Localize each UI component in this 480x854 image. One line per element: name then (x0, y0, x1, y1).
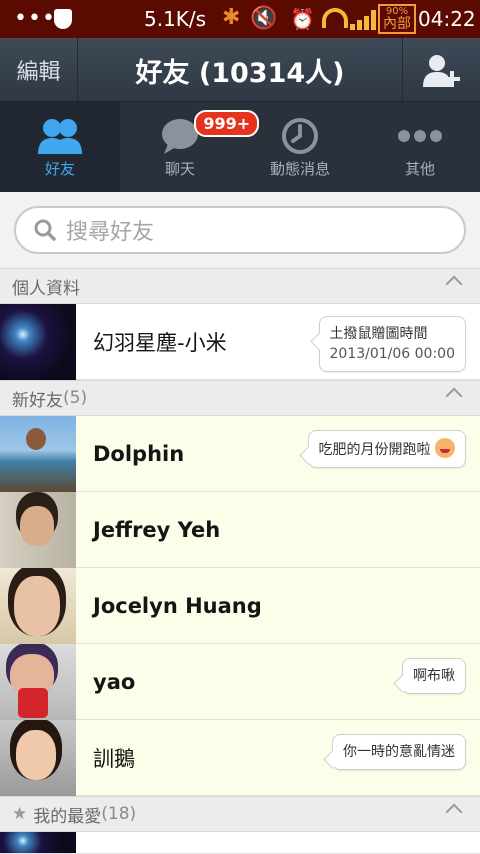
bluetooth-icon: ✱ (222, 5, 241, 30)
search-icon (34, 219, 56, 241)
friend-row[interactable]: Jeffrey Yeh (0, 491, 480, 568)
signal-icon (350, 10, 376, 30)
tab-label: 動態消息 (269, 160, 330, 178)
friends-icon (38, 119, 82, 154)
status-date: 2013/01/06 00:00 (329, 346, 456, 362)
alarm-icon: ⏰ (290, 7, 315, 31)
profile-row[interactable]: 幻羽星塵-小米 土撥鼠贈圖時間 2013/01/06 00:00 (0, 303, 480, 380)
friend-name: Jocelyn Huang (93, 593, 262, 618)
friend-name: yao (93, 669, 136, 694)
title-bar: 編輯 好友 (10314人) (0, 38, 480, 102)
tab-timeline[interactable]: 動態消息 (240, 102, 360, 192)
avatar (0, 415, 76, 492)
status-bubble: 土撥鼠贈圖時間 2013/01/06 00:00 (318, 316, 466, 372)
tab-bar: 好友 999+ 聊天 動態消息 其他 (0, 102, 480, 192)
friend-row[interactable]: Dolphin 吃肥的月份開跑啦 (0, 415, 480, 492)
tab-more[interactable]: 其他 (360, 102, 480, 192)
friend-name: Dolphin (93, 441, 185, 466)
shield-icon (54, 9, 72, 29)
section-label: 我的最愛 (33, 806, 102, 827)
wifi-icon (322, 8, 348, 28)
status-message: 吃肥的月份開跑啦 (318, 442, 431, 458)
profile-name: 幻羽星塵-小米 (93, 330, 227, 355)
search-area: 搜尋好友 (0, 192, 480, 268)
collapse-chevron-icon[interactable] (445, 387, 463, 405)
friend-name: 訓鵝 (93, 746, 135, 771)
search-input[interactable]: 搜尋好友 (14, 206, 466, 254)
edit-button[interactable]: 編輯 (0, 38, 78, 102)
network-speed: 5.1K/s (144, 7, 207, 31)
battery-icon: 90% 內部 (378, 4, 416, 34)
status-message: 啊布啾 (413, 668, 455, 684)
avatar (0, 303, 76, 380)
star-icon: ★ (12, 804, 28, 824)
section-header-new-friends[interactable]: 新好友 (5) (0, 380, 480, 416)
collapse-chevron-icon[interactable] (445, 803, 463, 821)
section-count: (18) (101, 804, 137, 824)
section-label: 新好友 (12, 390, 63, 411)
tab-label: 其他 (404, 160, 435, 178)
tab-chat[interactable]: 999+ 聊天 (120, 102, 260, 192)
tab-label: 好友 (44, 160, 75, 178)
collapse-chevron-icon[interactable] (445, 275, 463, 293)
avatar (0, 567, 76, 644)
page-title: 好友 (10314人) (135, 57, 345, 89)
search-placeholder: 搜尋好友 (66, 220, 155, 245)
friend-name: Jeffrey Yeh (93, 517, 221, 542)
clock-icon (282, 118, 318, 154)
section-count: (5) (63, 388, 88, 408)
friend-row[interactable] (0, 832, 480, 854)
friend-row[interactable]: 訓鵝 你一時的意亂情迷 (0, 719, 480, 796)
notification-dots-icon: ••• (14, 6, 56, 31)
tab-label: 聊天 (164, 160, 195, 178)
status-bar: ••• 5.1K/s ✱ 🔇 ⏰ 90% 內部 04:22 (0, 0, 480, 38)
mute-icon: 🔇 (250, 6, 278, 31)
status-bubble: 你一時的意亂情迷 (332, 734, 466, 770)
friend-row[interactable]: Jocelyn Huang (0, 567, 480, 644)
battery-label: 內部 (383, 16, 411, 32)
clock-time: 04:22 (418, 7, 476, 31)
avatar (0, 832, 76, 853)
status-bubble: 啊布啾 (402, 658, 466, 694)
add-user-icon (422, 55, 460, 87)
tab-friends[interactable]: 好友 (0, 102, 120, 192)
status-message: 你一時的意亂情迷 (343, 744, 455, 760)
more-icon (398, 130, 442, 142)
avatar (0, 643, 76, 720)
laughing-face-icon (435, 438, 455, 458)
friend-row[interactable]: yao 啊布啾 (0, 643, 480, 720)
add-friend-button[interactable] (402, 38, 480, 102)
status-message: 土撥鼠贈圖時間 (329, 326, 428, 342)
section-header-favorites[interactable]: ★ 我的最愛 (18) (0, 796, 480, 832)
section-header-profile[interactable]: 個人資料 (0, 268, 480, 304)
avatar (0, 719, 76, 796)
section-label: 個人資料 (12, 278, 80, 299)
avatar (0, 491, 76, 568)
status-bubble: 吃肥的月份開跑啦 (307, 430, 466, 468)
